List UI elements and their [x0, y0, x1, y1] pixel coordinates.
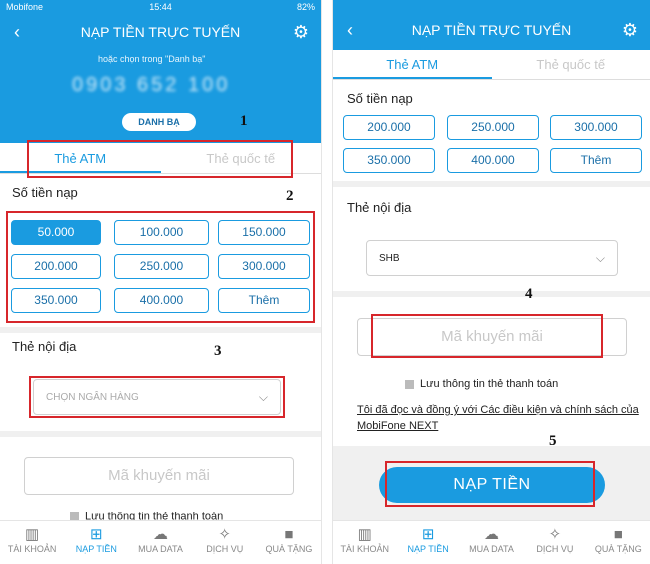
amount-title: Số tiền nạp	[12, 185, 78, 200]
nav-gifts[interactable]: ■ QUÀ TẶNG	[587, 521, 650, 564]
amount-title: Số tiền nạp	[347, 91, 413, 106]
cloud-icon: ☁	[153, 526, 168, 543]
amount-more-button[interactable]: Thêm	[550, 148, 642, 173]
topup-icon: ⊞	[90, 526, 103, 543]
nav-label: MUA DATA	[469, 544, 514, 554]
highlight-bank	[29, 376, 285, 418]
annotation-4: 4	[525, 286, 533, 302]
nav-label: DỊCH VỤ	[536, 544, 574, 554]
nav-label: QUÀ TẶNG	[265, 544, 313, 554]
annotation-2: 2	[286, 188, 294, 204]
checkbox-icon	[405, 379, 414, 389]
nav-label: TÀI KHOẢN	[340, 544, 389, 554]
save-card-label: Lưu thông tin thẻ thanh toán	[420, 378, 559, 390]
chevron-down-icon: ⌵	[595, 250, 605, 265]
video-icon: ■	[613, 526, 623, 543]
nav-topup[interactable]: ⊞ NẠP TIỀN	[64, 521, 128, 564]
right-screen: ‹ NẠP TIỀN TRỰC TUYẾN ⚙ Thẻ ATM Thẻ quốc…	[332, 0, 650, 564]
annotation-1: 1	[240, 113, 248, 129]
bar-chart-icon: ▥	[357, 526, 372, 543]
amount-option[interactable]: 350.000	[343, 148, 435, 173]
section-divider	[0, 327, 321, 333]
nav-label: TÀI KHOẢN	[7, 544, 57, 554]
highlight-submit	[385, 461, 595, 507]
amount-option[interactable]: 200.000	[343, 115, 435, 140]
nav-label: QUÀ TẶNG	[594, 544, 642, 554]
bank-title: Thẻ nội địa	[12, 339, 77, 354]
checkbox-icon	[70, 512, 79, 520]
back-icon[interactable]: ‹	[14, 22, 20, 43]
contacts-hint: hoặc chọn trong "Danh bạ"	[98, 54, 206, 64]
battery-label: 82%	[296, 2, 315, 12]
card-type-tabs: Thẻ ATM Thẻ quốc tế	[333, 50, 650, 80]
bar-chart-icon: ▥	[25, 526, 40, 543]
amount-option[interactable]: 400.000	[447, 148, 539, 173]
promo-code-input[interactable]: Mã khuyến mãi	[24, 457, 294, 495]
video-icon: ■	[284, 526, 294, 543]
panel-gap	[322, 0, 332, 564]
highlight-tabs	[27, 140, 293, 178]
nav-services[interactable]: ✧ DỊCH VỤ	[523, 521, 586, 564]
magic-wand-icon: ✧	[548, 526, 562, 543]
page-title: NẠP TIỀN TRỰC TUYẾN	[411, 22, 572, 38]
clock: 15:44	[149, 2, 172, 12]
page-title: NẠP TIỀN TRỰC TUYẾN	[80, 24, 241, 40]
carrier-label: Mobifone	[6, 2, 44, 12]
terms-link[interactable]: Tôi đã đọc và đồng ý với Các điều kiện v…	[357, 402, 639, 434]
nav-services[interactable]: ✧ DỊCH VỤ	[193, 521, 257, 564]
gear-icon[interactable]: ⚙	[293, 22, 309, 43]
gear-icon[interactable]: ⚙	[622, 20, 638, 41]
save-card-checkbox[interactable]: Lưu thông tin thẻ thanh toán	[405, 378, 558, 390]
section-divider	[333, 291, 650, 297]
app-header: ‹ NẠP TIỀN TRỰC TUYẾN ⚙	[333, 12, 650, 48]
topup-icon: ⊞	[421, 526, 435, 543]
contacts-button[interactable]: DANH BẠ	[122, 113, 196, 131]
section-divider	[333, 181, 650, 187]
nav-label: NẠP TIỀN	[75, 544, 117, 554]
tab-international[interactable]: Thẻ quốc tế	[492, 50, 650, 79]
magic-wand-icon: ✧	[218, 526, 231, 543]
nav-label: DỊCH VỤ	[206, 544, 244, 554]
save-card-label: Lưu thông tin thẻ thanh toán	[85, 512, 224, 520]
nav-label: MUA DATA	[138, 544, 183, 554]
nav-label: NẠP TIỀN	[407, 544, 449, 554]
annotation-3: 3	[214, 343, 222, 359]
phone-number-display[interactable]: 0903 652 100	[72, 74, 230, 97]
nav-account[interactable]: ▥ TÀI KHOẢN	[333, 521, 396, 564]
amount-option[interactable]: 250.000	[447, 115, 539, 140]
highlight-promo	[371, 314, 603, 358]
cloud-icon: ☁	[484, 526, 500, 543]
nav-gifts[interactable]: ■ QUÀ TẶNG	[257, 521, 321, 564]
nav-buy-data[interactable]: ☁ MUA DATA	[128, 521, 192, 564]
bank-select-value: SHB	[379, 252, 400, 264]
tab-atm[interactable]: Thẻ ATM	[333, 50, 492, 79]
nav-topup[interactable]: ⊞ NẠP TIỀN	[396, 521, 459, 564]
bank-title: Thẻ nội địa	[347, 200, 412, 215]
annotation-5: 5	[549, 433, 557, 449]
bottom-nav: ▥ TÀI KHOẢN ⊞ NẠP TIỀN ☁ MUA DATA ✧ DỊCH VỤ …	[0, 520, 321, 564]
highlight-amounts	[6, 211, 315, 323]
section-divider	[0, 431, 321, 437]
bank-select[interactable]: SHB ⌵	[366, 240, 618, 276]
save-card-checkbox-partial[interactable]: Lưu thông tin thẻ thanh toán	[70, 512, 223, 520]
amount-option[interactable]: 300.000	[550, 115, 642, 140]
left-screen: Mobifone 15:44 82% ‹ NẠP TIỀN TRỰC TUYẾN…	[0, 0, 322, 564]
bottom-nav: ▥ TÀI KHOẢN ⊞ NẠP TIỀN ☁ MUA DATA ✧ DỊCH VỤ …	[333, 520, 650, 564]
app-header: ‹ NẠP TIỀN TRỰC TUYẾN ⚙	[0, 14, 321, 50]
nav-buy-data[interactable]: ☁ MUA DATA	[460, 521, 523, 564]
nav-account[interactable]: ▥ TÀI KHOẢN	[0, 521, 64, 564]
back-icon[interactable]: ‹	[347, 20, 353, 41]
status-bar: Mobifone 15:44 82%	[0, 0, 321, 14]
